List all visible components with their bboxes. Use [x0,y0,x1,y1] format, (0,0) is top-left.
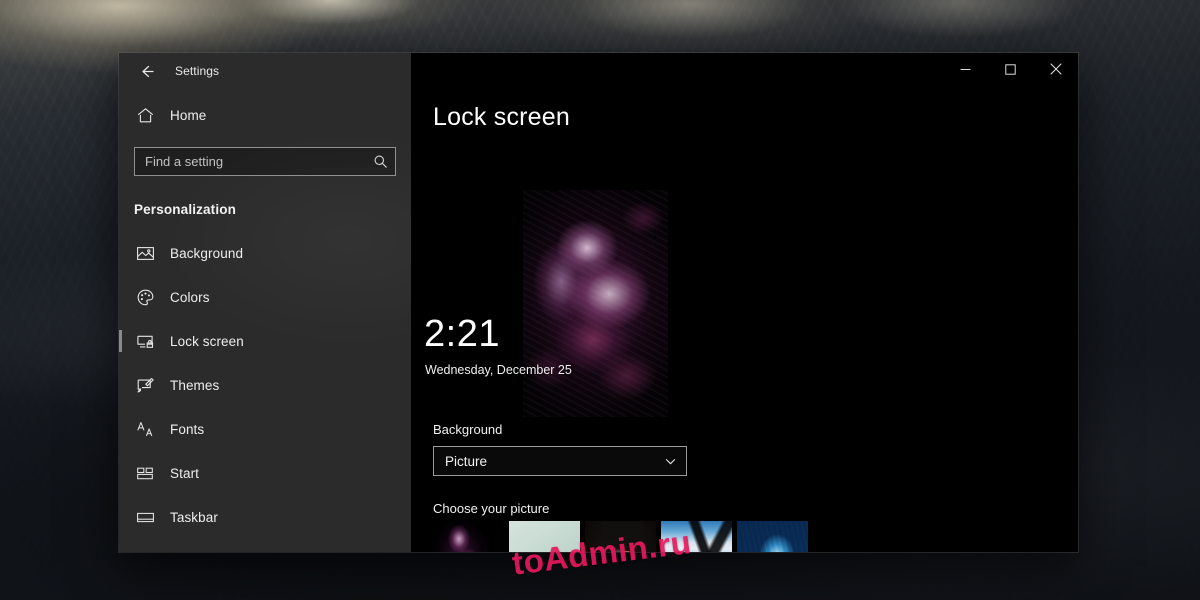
sidebar-item-label: Colors [170,290,210,305]
picture-thumbnail-cloudy-sky-water[interactable] [661,521,732,552]
page-title: Lock screen [433,89,1078,132]
lock-screen-preview-date: Wednesday, December 25 [425,363,572,377]
lock-screen-preview: 2:21 Wednesday, December 25 [411,190,686,417]
sidebar-item-label: Background [170,246,243,261]
sidebar-item-home[interactable]: Home [119,95,411,135]
search-input[interactable] [145,154,373,169]
back-arrow-icon [138,63,155,80]
settings-sidebar: Home Personalization [119,89,411,552]
sidebar-item-label: Start [170,466,199,481]
sidebar-nav-list: Background Colors [119,217,411,539]
back-button[interactable] [129,56,163,86]
sidebar-item-label: Lock screen [170,334,244,349]
lock-screen-preview-image [523,190,668,417]
lock-screen-preview-time: 2:21 [424,313,500,356]
background-type-value: Picture [445,454,487,469]
sidebar-item-label: Taskbar [170,510,218,525]
sidebar-item-taskbar[interactable]: Taskbar [119,495,411,539]
window-title: Settings [167,64,219,78]
search-box[interactable] [134,147,396,176]
picture-icon [134,242,156,264]
picture-thumbnail-pale-mint-surface[interactable] [509,521,580,552]
titlebar-drag-region[interactable] [411,53,943,89]
palette-icon [134,286,156,308]
brush-icon [134,374,156,396]
sidebar-item-label: Fonts [170,422,204,437]
window-controls [943,53,1078,89]
chevron-down-icon [664,455,677,468]
home-icon [134,104,156,126]
taskbar-icon [134,506,156,528]
sidebar-item-home-label: Home [170,108,206,123]
minimize-button[interactable] [943,53,988,89]
maximize-button[interactable] [988,53,1033,89]
sidebar-item-fonts[interactable]: Fonts [119,407,411,451]
font-aa-icon [134,418,156,440]
start-tiles-icon [134,462,156,484]
picture-thumbnail-blue-ice-cave[interactable] [737,521,808,552]
window-titlebar: Settings [119,53,1078,89]
background-type-dropdown[interactable]: Picture [433,446,687,476]
sidebar-item-start[interactable]: Start [119,451,411,495]
choose-picture-label: Choose your picture [433,501,549,516]
close-icon [1050,62,1062,80]
sidebar-section-title: Personalization [119,176,411,217]
titlebar-left-region: Settings [119,53,411,89]
sidebar-item-background[interactable]: Background [119,231,411,275]
monitor-lock-icon [134,330,156,352]
desktop: Settings [0,0,1200,600]
sidebar-item-lock-screen[interactable]: Lock screen [119,319,411,363]
window-body: Home Personalization [119,89,1078,552]
search-icon [373,154,388,169]
background-field-label: Background [433,422,502,437]
sidebar-search-wrap [119,135,411,176]
sidebar-item-colors[interactable]: Colors [119,275,411,319]
picture-thumbnail-beach-cave-arch[interactable] [585,521,656,552]
picture-thumbnail-list [433,521,808,552]
close-button[interactable] [1033,53,1078,89]
settings-window: Settings [119,53,1078,552]
maximize-icon [1005,62,1016,80]
picture-thumbnail-purple-rose[interactable] [433,521,504,552]
settings-content: Lock screen 2:21 Wednesday, December 25 … [411,89,1078,552]
minimize-icon [960,62,971,80]
sidebar-item-label: Themes [170,378,219,393]
sidebar-item-themes[interactable]: Themes [119,363,411,407]
